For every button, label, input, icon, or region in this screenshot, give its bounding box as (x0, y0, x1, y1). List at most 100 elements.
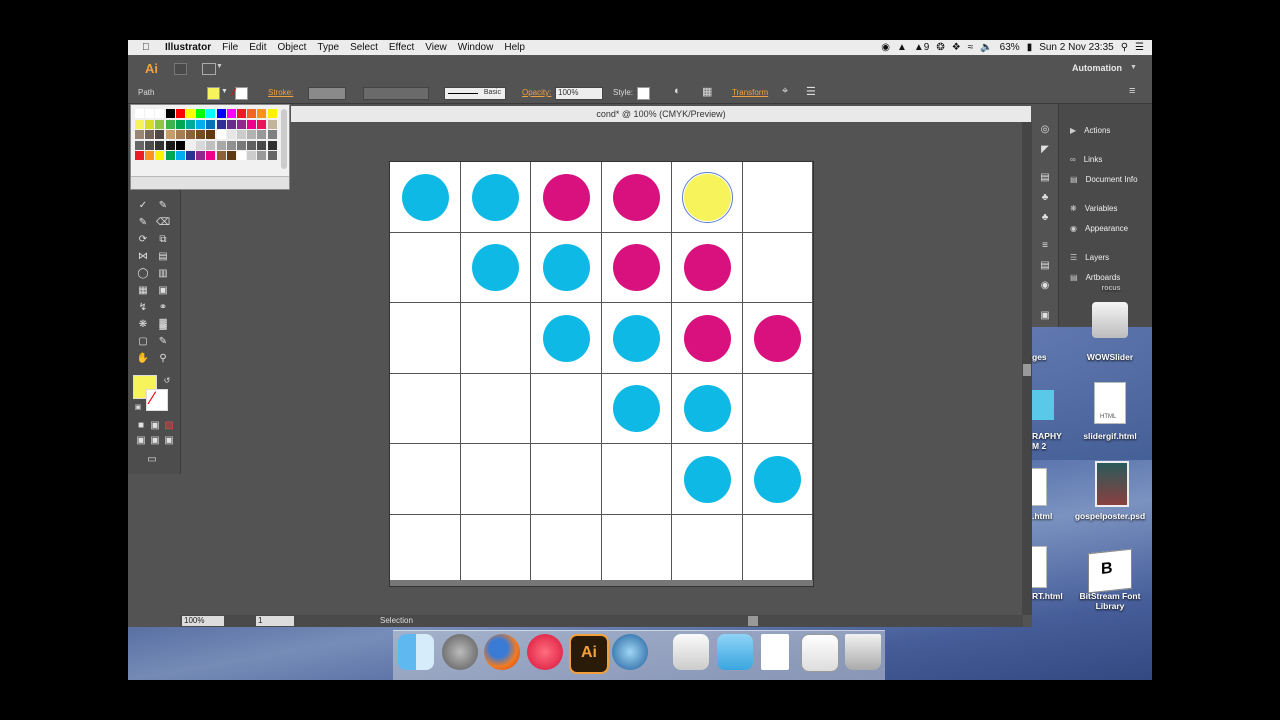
panel-variables[interactable]: ❋ Variables (1070, 204, 1117, 213)
grid-cell[interactable] (742, 514, 813, 585)
partial-html-file-icon[interactable] (1032, 468, 1047, 506)
eyedropper-tool-icon[interactable]: ↯ (136, 302, 150, 314)
symbols-icon[interactable]: ♣ (1038, 192, 1052, 204)
zoom-tool-icon[interactable]: ⚲ (156, 353, 170, 365)
apple-menu-icon[interactable]:  (128, 42, 160, 53)
menu-select[interactable]: Select (345, 42, 384, 53)
swatch[interactable] (155, 140, 165, 150)
partial-html-file-icon-2[interactable] (1032, 546, 1047, 588)
color-guide-icon[interactable]: ◎ (1038, 124, 1052, 136)
recolor-icon[interactable]: ◐ (674, 85, 681, 97)
isolate-icon[interactable]: ⌖ (782, 85, 788, 98)
swatch[interactable] (196, 119, 206, 129)
swatch[interactable] (206, 109, 216, 118)
document-icon[interactable] (761, 634, 789, 670)
finder-icon[interactable] (398, 634, 434, 670)
graphic-style-swatch[interactable] (637, 87, 650, 100)
swatch[interactable] (267, 151, 277, 160)
desktop-label-partial-rt[interactable]: RT.html (1032, 591, 1066, 601)
grid-cell[interactable] (742, 373, 813, 444)
cyan-circle[interactable] (472, 173, 520, 221)
folder-icon[interactable] (717, 634, 753, 670)
swatch[interactable] (145, 151, 155, 160)
fill-dropdown-icon[interactable]: ▼ (221, 88, 228, 95)
column-graph-tool-icon[interactable]: ▓ (156, 319, 170, 331)
swatch[interactable] (135, 130, 144, 139)
tool-status[interactable]: Selection (380, 616, 413, 625)
drive-icon[interactable]: ▲ (897, 42, 907, 53)
desktop-label-partial-graphy[interactable]: RAPHY M 2 (1032, 431, 1062, 451)
blend-tool-icon[interactable]: ⚭ (156, 302, 170, 314)
swatch[interactable] (247, 109, 257, 118)
swatch[interactable] (257, 151, 267, 160)
export-icon[interactable]: ▣ (1038, 310, 1052, 322)
swatch[interactable] (145, 109, 155, 118)
swatch[interactable] (247, 140, 257, 150)
grid-cell[interactable] (742, 232, 813, 303)
swatch[interactable] (135, 119, 144, 129)
swatch[interactable] (216, 151, 226, 160)
volume-icon[interactable]: 🔈 (980, 42, 992, 53)
stroke-label[interactable]: Stroke: (268, 88, 293, 97)
gradient-mode-icon[interactable]: ▣ (148, 420, 162, 432)
swatch[interactable] (237, 119, 246, 129)
stroke-color-swatch[interactable]: ∕ (146, 388, 168, 411)
menu-effect[interactable]: Effect (383, 42, 419, 53)
swatch[interactable] (216, 109, 226, 118)
swatch[interactable] (226, 119, 236, 129)
swatch[interactable] (175, 151, 185, 160)
scale-tool-icon[interactable]: ⧉ (156, 234, 170, 246)
swatch[interactable] (206, 151, 216, 160)
menu-file[interactable]: File (217, 42, 244, 53)
bitstream-font-icon[interactable]: B (1088, 548, 1132, 594)
grid-cell[interactable] (390, 303, 461, 374)
workspace-switcher[interactable]: Automation (1072, 63, 1122, 73)
paintbrush-tool-icon[interactable]: ✓ (136, 200, 150, 212)
system-preferences-icon[interactable] (442, 634, 478, 670)
drive-disk-icon[interactable] (1092, 302, 1128, 338)
gradient-panel-icon[interactable]: ▤ (1038, 260, 1052, 272)
swatch[interactable] (175, 109, 185, 118)
swatch[interactable] (267, 130, 277, 139)
screen-mode-icon[interactable]: ▭ (145, 454, 159, 466)
grid-cell[interactable] (390, 373, 461, 444)
magenta-circle[interactable] (683, 314, 731, 362)
itunes-icon[interactable] (527, 634, 563, 670)
spiral-icon[interactable]: ❂ (936, 42, 944, 53)
swatch[interactable] (247, 119, 257, 129)
panel-actions[interactable]: ▶ Actions (1070, 126, 1110, 135)
dropbox-icon[interactable]: ❖ (952, 42, 961, 53)
document-tab[interactable]: cond* @ 100% (CMYK/Preview) (291, 106, 1031, 122)
transform-label[interactable]: Transform (732, 88, 768, 97)
grid-cell[interactable] (672, 514, 743, 585)
horizontal-scroll-thumb[interactable] (748, 616, 758, 626)
hand-tool-icon[interactable]: ✋ (136, 353, 150, 365)
opacity-field[interactable]: 100% (555, 87, 603, 100)
brushes-icon[interactable]: ◤ (1038, 144, 1052, 156)
swatch[interactable] (247, 130, 257, 139)
swatch[interactable] (165, 140, 175, 150)
swatch[interactable] (186, 119, 195, 129)
grid-cell[interactable] (460, 444, 531, 515)
swatch[interactable] (186, 151, 195, 160)
transparency-icon[interactable]: ▤ (1038, 172, 1052, 184)
firefox-icon[interactable] (484, 634, 520, 670)
swatch[interactable] (206, 119, 216, 129)
swatches-scrollbar[interactable] (281, 109, 287, 169)
swatch[interactable] (216, 140, 226, 150)
symbol-sprayer-tool-icon[interactable]: ❋ (136, 319, 150, 331)
artboard-tool-icon[interactable]: ▢ (136, 336, 150, 348)
wifi-icon[interactable]: ≈ (968, 42, 974, 53)
swatch[interactable] (216, 130, 226, 139)
desktop-label-bitstream[interactable]: BitStream Font Library (1074, 591, 1146, 611)
music-folder-icon[interactable] (673, 634, 709, 670)
grid-cell[interactable] (742, 162, 813, 233)
brush-definition[interactable]: Basic (444, 87, 506, 100)
swatch[interactable] (186, 140, 195, 150)
desktop-label-partial-html[interactable]: .html (1032, 511, 1056, 521)
adobe-status-icon[interactable]: ▲9 (914, 42, 929, 53)
grid-cell[interactable] (460, 303, 531, 374)
menu-window[interactable]: Window (452, 42, 499, 53)
magenta-circle[interactable] (754, 314, 802, 362)
swatch[interactable] (145, 140, 155, 150)
